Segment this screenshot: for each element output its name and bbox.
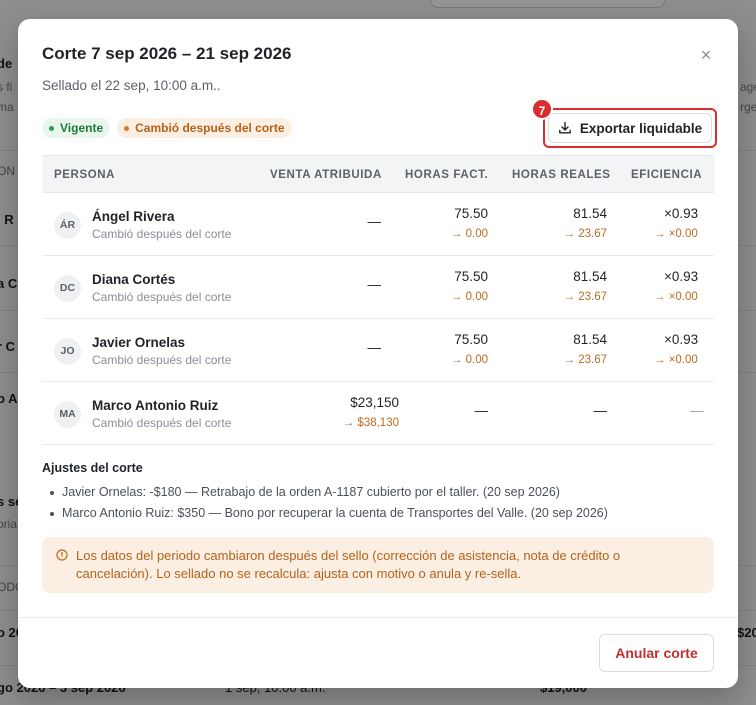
footer-divider xyxy=(18,617,738,618)
horas-fact-value: 75.50 xyxy=(454,269,488,284)
horas-reales-value: 81.54 xyxy=(573,206,607,221)
badge-label: Vigente xyxy=(60,121,104,135)
list-item: Javier Ornelas: -$180 — Retrabajo de la … xyxy=(48,485,608,499)
info-circle-icon xyxy=(56,548,68,561)
column-header-horas-fact: HORAS FACT. xyxy=(405,169,489,181)
horas-reales-value: — xyxy=(593,403,608,418)
horas-fact-value: — xyxy=(474,403,489,418)
adjustments-title: Ajustes del corte xyxy=(42,461,143,475)
column-header-venta: VENTA ATRIBUIDA xyxy=(270,169,382,181)
person-note: Cambió después del corte xyxy=(92,353,232,367)
venta-value: — xyxy=(367,214,382,229)
sealed-subtitle: Sellado el 22 sep, 10:00 a.m.. xyxy=(42,78,221,93)
eficiencia-delta: → ×0.00 xyxy=(654,354,698,366)
person-name: Marco Antonio Ruiz xyxy=(92,398,219,413)
status-dot-icon xyxy=(124,125,130,131)
status-badges: Vigente Cambió después del corte xyxy=(42,118,292,138)
person-note: Cambió después del corte xyxy=(92,290,232,304)
horas-reales-delta: → 23.67 xyxy=(563,354,607,366)
avatar: ÁR xyxy=(54,212,81,239)
alert-text: Los datos del periodo cambiaron después … xyxy=(76,548,621,581)
table-row: ÁR Ángel Rivera Cambió después del corte… xyxy=(42,193,714,256)
horas-fact-value: 75.50 xyxy=(454,332,488,347)
horas-reales-delta: → 23.67 xyxy=(563,291,607,303)
close-icon[interactable]: × xyxy=(696,45,716,65)
corte-modal: Corte 7 sep 2026 – 21 sep 2026 × Sellado… xyxy=(18,19,738,688)
horas-fact-delta: → 0.00 xyxy=(450,228,488,240)
step-number-badge: 7 xyxy=(531,98,553,120)
modal-title: Corte 7 sep 2026 – 21 sep 2026 xyxy=(42,44,292,63)
table-header: PERSONA VENTA ATRIBUIDA HORAS FACT. HORA… xyxy=(42,155,714,193)
eficiencia-value: ×0.93 xyxy=(664,332,699,347)
table-row: MA Marco Antonio Ruiz Cambió después del… xyxy=(42,382,714,445)
status-badge-changed: Cambió después del corte xyxy=(117,118,292,138)
venta-delta: → $38,130 xyxy=(342,417,399,429)
column-header-eficiencia: EFICIENCIA xyxy=(631,169,703,181)
eficiencia-value: ×0.93 xyxy=(664,269,699,284)
horas-reales-value: 81.54 xyxy=(573,269,607,284)
eficiencia-value: ×0.93 xyxy=(664,206,699,221)
avatar: DC xyxy=(54,275,81,302)
venta-value: — xyxy=(367,340,382,355)
export-highlight: Exportar liquidable xyxy=(543,108,717,148)
person-name: Javier Ornelas xyxy=(92,335,186,350)
liquidation-table: PERSONA VENTA ATRIBUIDA HORAS FACT. HORA… xyxy=(42,155,714,446)
column-header-persona: PERSONA xyxy=(54,169,116,181)
avatar: MA xyxy=(54,401,81,428)
person-note: Cambió después del corte xyxy=(92,416,232,430)
status-dot-icon xyxy=(49,125,54,131)
badge-label: Cambió después del corte xyxy=(135,121,285,135)
horas-reales-value: 81.54 xyxy=(573,332,607,347)
column-header-horas-reales: HORAS REALES xyxy=(512,169,611,181)
warning-alert: Los datos del periodo cambiaron después … xyxy=(42,537,714,593)
table-row: JO Javier Ornelas Cambió después del cor… xyxy=(42,319,714,382)
adjustments-list: Javier Ornelas: -$180 — Retrabajo de la … xyxy=(48,485,608,527)
annul-corte-button[interactable]: Anular corte xyxy=(599,634,714,672)
export-liquidable-button[interactable]: Exportar liquidable xyxy=(548,113,712,143)
venta-value: $23,150 xyxy=(350,395,399,410)
eficiencia-delta: → ×0.00 xyxy=(654,291,698,303)
eficiencia-delta: → ×0.00 xyxy=(654,228,698,240)
download-icon xyxy=(558,121,572,135)
status-badge-vigente: Vigente xyxy=(42,118,111,138)
horas-fact-delta: → 0.00 xyxy=(450,291,488,303)
eficiencia-value: — xyxy=(690,403,704,418)
export-label: Exportar liquidable xyxy=(579,120,703,136)
horas-fact-value: 75.50 xyxy=(454,206,488,221)
venta-value: — xyxy=(367,277,382,292)
person-name: Diana Cortés xyxy=(92,272,176,287)
person-note: Cambió después del corte xyxy=(92,227,232,241)
avatar: JO xyxy=(54,338,81,365)
table-row: DC Diana Cortés Cambió después del corte… xyxy=(42,256,714,319)
horas-fact-delta: → 0.00 xyxy=(450,354,488,366)
person-name: Ángel Rivera xyxy=(92,209,175,224)
list-item: Marco Antonio Ruiz: $350 — Bono por recu… xyxy=(48,506,608,520)
horas-reales-delta: → 23.67 xyxy=(563,228,607,240)
